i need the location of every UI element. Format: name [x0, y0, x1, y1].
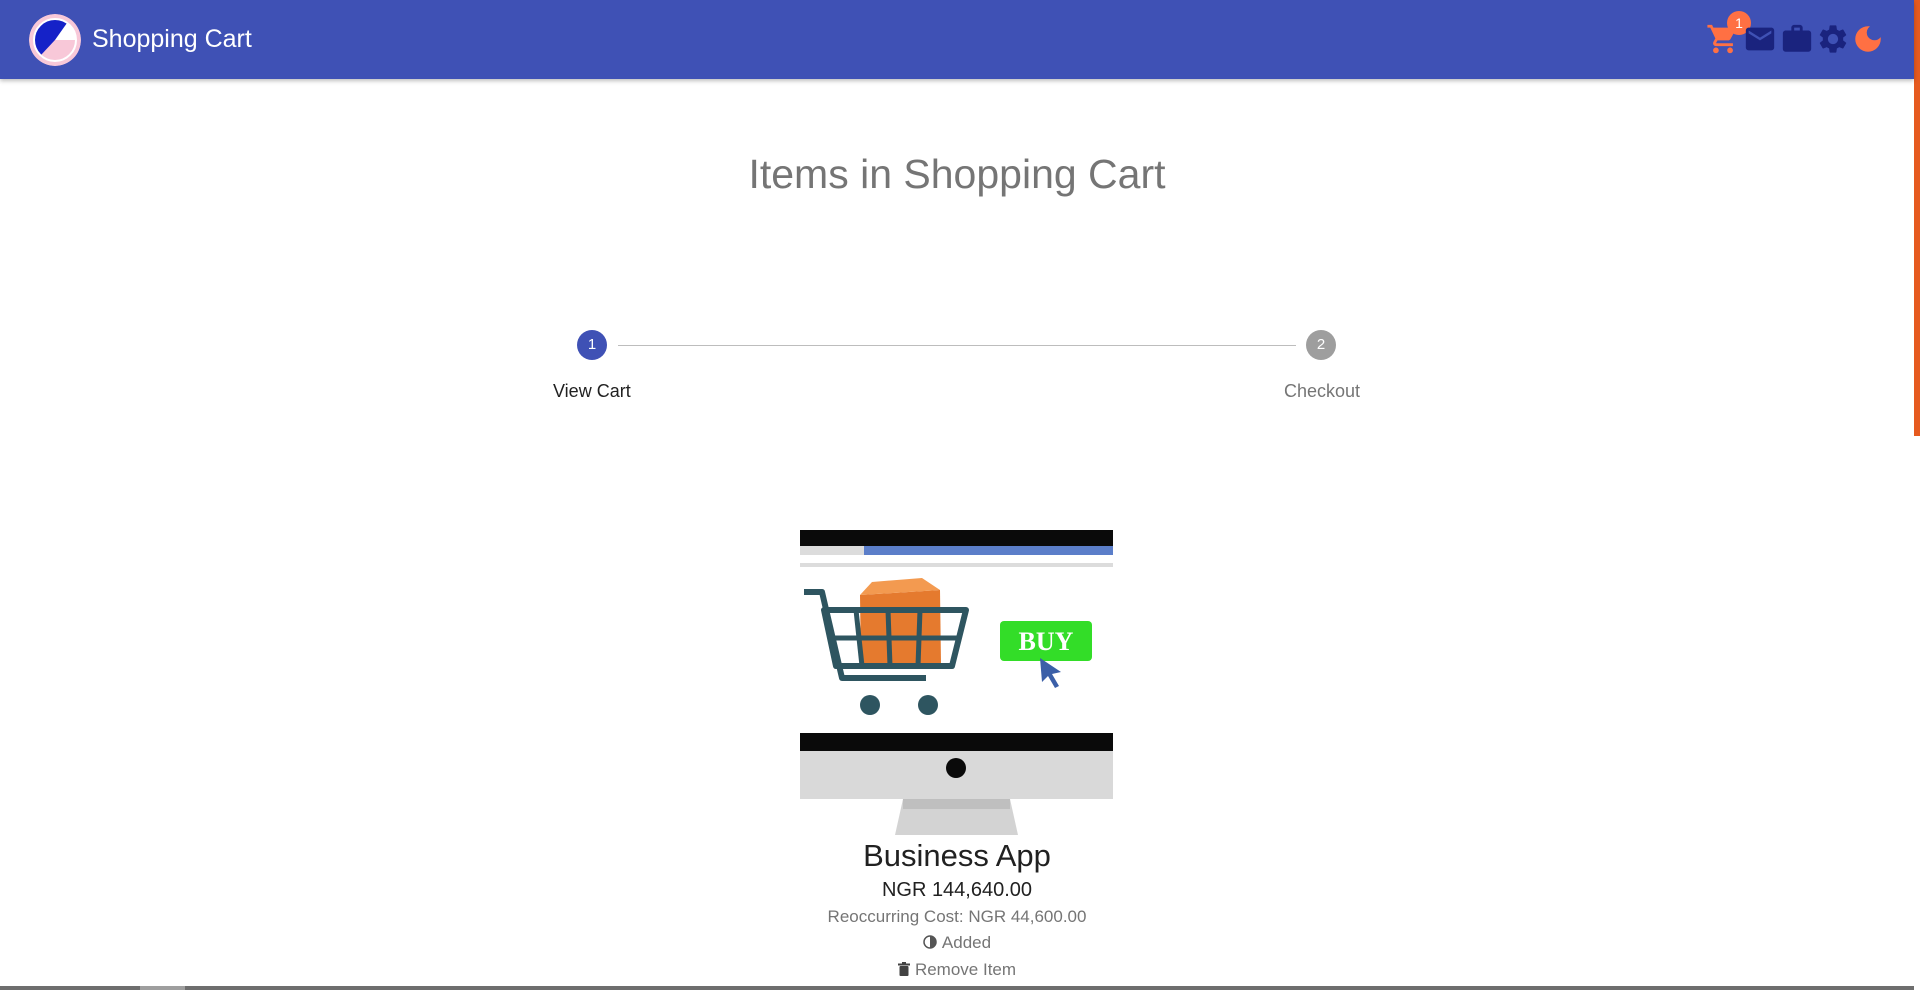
- mail-icon: [1745, 27, 1775, 51]
- stepper-connector: [618, 345, 1296, 346]
- logo-icon: [29, 14, 81, 66]
- step-1-circle[interactable]: 1: [577, 330, 607, 360]
- step-2-circle[interactable]: 2: [1306, 330, 1336, 360]
- product-price: NGR 144,640.00: [881, 879, 1033, 901]
- remove-item-button[interactable]: Remove Item: [0, 960, 1914, 980]
- contrast-icon: [923, 935, 937, 949]
- gear-icon: [1819, 25, 1847, 53]
- mail-button[interactable]: [1743, 22, 1777, 56]
- scrollbar-track[interactable]: [1914, 436, 1920, 990]
- app-title: Shopping Cart: [92, 25, 252, 53]
- trash-icon: [897, 962, 910, 976]
- product-name: Business App: [863, 838, 1051, 873]
- app-bar: Shopping Cart 1: [0, 0, 1914, 79]
- horizontal-scrollbar-track[interactable]: [0, 986, 1914, 990]
- theme-toggle-button[interactable]: [1851, 22, 1885, 56]
- status-label: Added: [941, 933, 992, 952]
- step-1-label[interactable]: View Cart: [553, 380, 631, 402]
- product-image: BUY: [800, 530, 1113, 835]
- product-status: Added: [0, 933, 1914, 953]
- page-title: Items in Shopping Cart: [748, 151, 1166, 197]
- scrollbar-thumb[interactable]: [1914, 0, 1920, 436]
- product-recurring-cost: Reoccurring Cost: NGR 44,600.00: [827, 907, 1087, 926]
- buy-sign-text: BUY: [1019, 627, 1074, 656]
- theme-toggle-icon: [1855, 26, 1881, 52]
- step-2-label[interactable]: Checkout: [1284, 380, 1360, 402]
- briefcase-icon: [1782, 24, 1812, 52]
- briefcase-button[interactable]: [1780, 22, 1814, 56]
- horizontal-scrollbar-thumb[interactable]: [140, 986, 185, 990]
- app-logo[interactable]: [29, 14, 81, 66]
- remove-item-label: Remove Item: [914, 960, 1017, 979]
- settings-button[interactable]: [1816, 22, 1850, 56]
